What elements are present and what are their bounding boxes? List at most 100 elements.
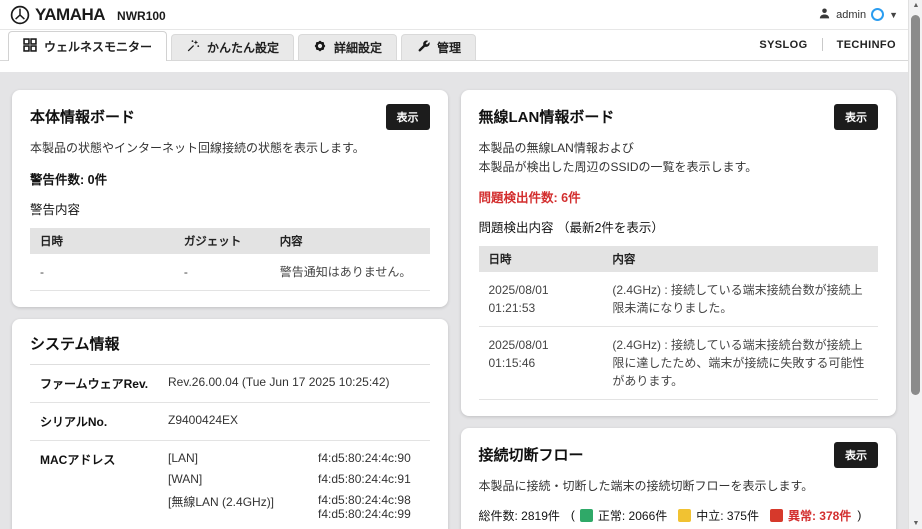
- system-info-rows: ファームウェアRev. Rev.26.00.04 (Tue Jun 17 202…: [30, 365, 430, 529]
- tab-label: 管理: [437, 41, 462, 55]
- row-label: ファームウェアRev.: [40, 376, 149, 391]
- card-title: 接続切断フロー: [478, 447, 584, 465]
- legend-neutral: 中立: 375件: [678, 507, 759, 524]
- cell-content: (2.4GHz) : 接続している端末接続台数が接続上限未満になりました。: [602, 272, 878, 328]
- techinfo-link[interactable]: TECHINFO: [837, 39, 896, 51]
- wrench-icon: [416, 39, 430, 56]
- column-header: 日時: [478, 246, 603, 273]
- mac-entry: [無線LAN (2.4GHz)] f4:d5:80:24:4c:98 f4:d5…: [168, 493, 430, 521]
- gear-icon: [313, 39, 327, 56]
- column-header: 日時: [30, 227, 174, 254]
- chevron-down-icon: ▼: [889, 9, 898, 20]
- warning-content-label: 警告内容: [30, 202, 81, 217]
- desc-line: 本製品の無線LAN情報および: [478, 141, 634, 155]
- issue-table: 日時 内容 2025/08/01 01:21:53 (2.4GHz) : 接続し…: [478, 246, 878, 401]
- card-description: 本製品の状態やインターネット回線接続の状態を表示します。: [30, 141, 365, 155]
- legend-abnormal: 異常: 378件 ): [769, 507, 862, 524]
- dashboard-icon: [23, 38, 37, 55]
- row-value: Rev.26.00.04 (Tue Jun 17 2025 10:25:42): [168, 374, 390, 389]
- user-name: admin: [836, 8, 867, 21]
- scroll-up-arrow-icon[interactable]: ▲: [909, 2, 922, 9]
- cell-date: 2025/08/01 01:15:46: [478, 326, 603, 401]
- scrollbar-thumb[interactable]: [911, 15, 920, 395]
- paren: (: [570, 508, 575, 523]
- cell-date: 2025/08/01 01:21:53: [478, 272, 603, 328]
- brand: YAMAHA NWR100: [10, 5, 166, 25]
- row-mac-address: MACアドレス [LAN] f4:d5:80:24:4c:90 [WAN] f4…: [30, 441, 430, 529]
- mac-value: f4:d5:80:24:4c:90: [318, 450, 411, 465]
- tab-management[interactable]: 管理: [401, 34, 477, 60]
- column-header: ガジェット: [173, 227, 270, 254]
- tab-detailed-settings[interactable]: 詳細設定: [298, 34, 398, 60]
- tab-label: かんたん設定: [207, 41, 280, 55]
- magic-wand-icon: [186, 39, 200, 56]
- table-row: 2025/08/01 01:21:53 (2.4GHz) : 接続している端末接…: [478, 272, 878, 328]
- legend-square-abnormal: [769, 508, 783, 522]
- row-firmware: ファームウェアRev. Rev.26.00.04 (Tue Jun 17 202…: [30, 365, 430, 403]
- tabs: ウェルネスモニター かんたん設定 詳細設定 管理: [8, 31, 477, 61]
- toolbar-links: SYSLOG TECHINFO: [759, 29, 896, 60]
- row-serial-no: シリアルNo. Z9400424EX: [30, 403, 430, 441]
- tab-label: 詳細設定: [334, 41, 383, 55]
- card-connection-flow: 接続切断フロー 表示 本製品に接続・切断した端末の接続切断フローを表示します。 …: [460, 428, 896, 529]
- warning-count: 警告件数: 0件: [30, 172, 108, 187]
- brand-name: YAMAHA: [35, 4, 106, 24]
- legend-label: 異常: 378件: [787, 508, 852, 523]
- legend-square-neutral: [678, 508, 692, 522]
- cell-gadget: -: [173, 253, 270, 291]
- mac-entry: [WAN] f4:d5:80:24:4c:91: [168, 472, 430, 486]
- card-title: 本体情報ボード: [30, 109, 136, 126]
- card-system-info: システム情報 ファームウェアRev. Rev.26.00.04 (Tue Jun…: [12, 318, 448, 529]
- card-title: 無線LAN情報ボード: [478, 109, 615, 126]
- mac-interface: [WAN]: [168, 471, 203, 486]
- column-header: 内容: [602, 246, 878, 273]
- syslog-link[interactable]: SYSLOG: [759, 39, 807, 51]
- user-icon: [818, 7, 831, 23]
- column-header: 内容: [269, 227, 430, 254]
- total-count: 総件数: 2819件: [478, 508, 560, 523]
- scroll-down-arrow-icon[interactable]: ▼: [909, 520, 922, 527]
- tab-wellness-monitor[interactable]: ウェルネスモニター: [8, 31, 168, 61]
- flow-stats: 総件数: 2819件 ( 正常: 2066件 中立: 375件 異常: 378件…: [479, 507, 879, 524]
- paren: ): [857, 508, 862, 523]
- show-button[interactable]: 表示: [385, 104, 430, 130]
- desc-line: 本製品が検出した周辺のSSIDの一覧を表示します。: [478, 159, 758, 174]
- cell-date: -: [30, 253, 174, 291]
- row-label: シリアルNo.: [40, 414, 108, 429]
- warning-table: 日時 ガジェット 内容 - - 警告通知はありません。: [30, 227, 430, 291]
- card-description: 本製品に接続・切断した端末の接続切断フローを表示します。: [478, 479, 814, 494]
- user-menu[interactable]: admin ▼: [818, 7, 898, 23]
- legend-normal: ( 正常: 2066件: [571, 507, 667, 524]
- tab-easy-settings[interactable]: かんたん設定: [171, 34, 295, 60]
- mac-interface: [無線LAN (2.4GHz)]: [168, 494, 275, 509]
- mac-interface: [LAN]: [168, 450, 199, 465]
- show-button[interactable]: 表示: [834, 104, 878, 130]
- scrollbar[interactable]: ▲ ▼: [908, 0, 922, 529]
- legend-label: 正常: 2066件: [597, 508, 668, 523]
- tab-bar: ウェルネスモニター かんたん設定 詳細設定 管理 SYSLOG TECHINFO: [0, 30, 922, 61]
- app-header: YAMAHA NWR100 admin ▼: [0, 0, 922, 30]
- card-title: システム情報: [30, 333, 430, 365]
- card-wlan-info-board: 無線LAN情報ボード 表示 本製品の無線LAN情報および 本製品が検出した周辺の…: [460, 90, 896, 417]
- yamaha-logo-icon: [10, 5, 30, 25]
- show-button[interactable]: 表示: [834, 442, 878, 469]
- table-row: 2025/08/01 01:15:46 (2.4GHz) : 接続している端末接…: [478, 326, 878, 401]
- mac-value: f4:d5:80:24:4c:98 f4:d5:80:24:4c:99: [318, 492, 411, 521]
- main-content: 本体情報ボード 表示 本製品の状態やインターネット回線接続の状態を表示します。 …: [0, 72, 908, 529]
- issue-count: 問題検出件数: 6件: [478, 191, 581, 206]
- mac-entry: [LAN] f4:d5:80:24:4c:90: [168, 451, 430, 465]
- card-description: 本製品の無線LAN情報および 本製品が検出した周辺のSSIDの一覧を表示します。: [479, 139, 879, 176]
- row-label: MACアドレス: [40, 452, 116, 467]
- cell-content: 警告通知はありません。: [269, 253, 430, 291]
- table-row: - - 警告通知はありません。: [30, 253, 430, 291]
- row-value: Z9400424EX: [168, 412, 239, 427]
- legend-square-normal: [579, 508, 593, 522]
- user-status-ring: [871, 8, 885, 21]
- card-main-info-board: 本体情報ボード 表示 本製品の状態やインターネット回線接続の状態を表示します。 …: [12, 90, 448, 307]
- model-name: NWR100: [117, 8, 166, 23]
- left-column: 本体情報ボード 表示 本製品の状態やインターネット回線接続の状態を表示します。 …: [12, 90, 448, 529]
- right-column: 無線LAN情報ボード 表示 本製品の無線LAN情報および 本製品が検出した周辺の…: [460, 90, 896, 529]
- tab-label: ウェルネスモニター: [44, 40, 153, 54]
- mac-value: f4:d5:80:24:4c:91: [318, 471, 411, 486]
- cell-content: (2.4GHz) : 接続している端末接続台数が接続上限に達したため、端末が接続…: [602, 326, 878, 401]
